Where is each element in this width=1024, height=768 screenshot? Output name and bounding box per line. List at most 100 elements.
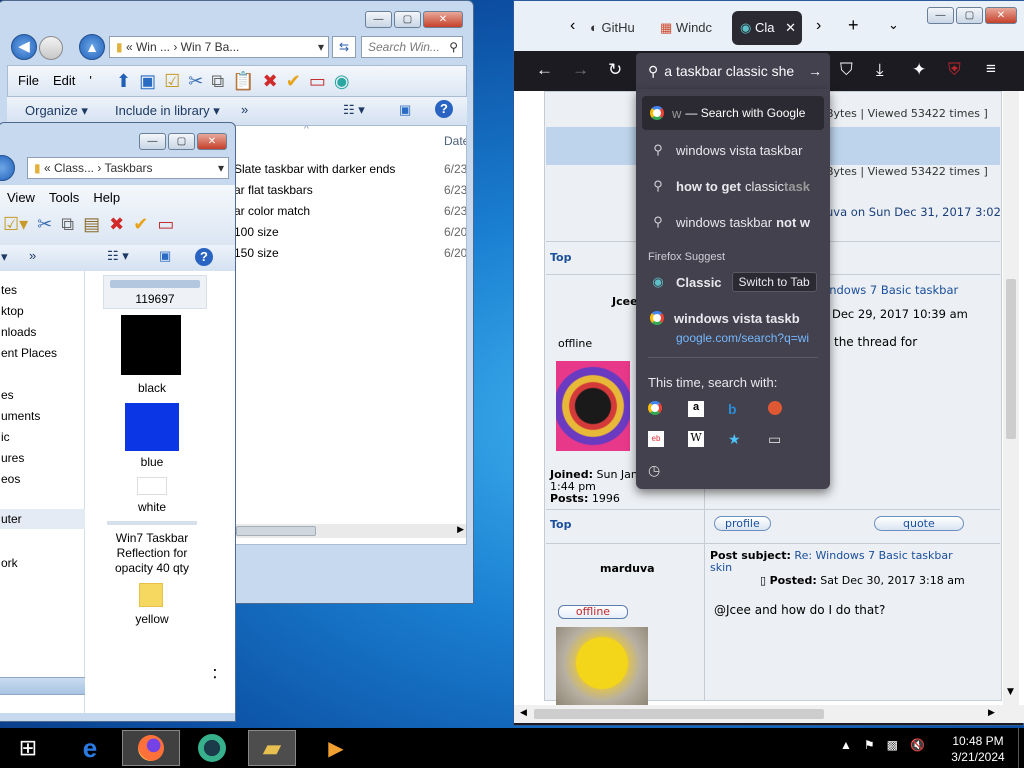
scroll-right-icon[interactable]: ▶ bbox=[988, 707, 995, 718]
delete-icon[interactable]: ✖ bbox=[109, 211, 124, 237]
top-link[interactable]: Top bbox=[550, 518, 571, 531]
menu-hamburger-icon[interactable]: ≡ bbox=[986, 59, 996, 79]
maximize-button[interactable]: ▢ bbox=[394, 11, 421, 28]
bing-engine-icon[interactable]: b bbox=[728, 401, 768, 417]
quote-button[interactable]: quote bbox=[874, 516, 964, 531]
internet-explorer-icon[interactable]: e bbox=[70, 730, 110, 766]
paste-icon[interactable]: ▤ bbox=[83, 211, 100, 237]
menu-more[interactable]: ' bbox=[89, 73, 91, 88]
refresh-button[interactable]: ⇆ bbox=[332, 36, 356, 58]
clock[interactable]: 10:48 PM 3/21/2024 bbox=[948, 733, 1008, 765]
chevron-down-icon[interactable]: ▾ bbox=[218, 158, 224, 178]
view-pane-icon[interactable]: ▣ bbox=[139, 69, 156, 93]
paste-icon[interactable]: 📋 bbox=[232, 69, 254, 93]
url-bar[interactable]: ⚲ a taskbar classic she → bbox=[636, 53, 830, 89]
back-button[interactable] bbox=[0, 155, 15, 181]
copy-icon[interactable]: ⧉ bbox=[61, 211, 74, 237]
thumbnail-item[interactable] bbox=[121, 315, 181, 375]
address-bar[interactable]: ▮ « Win ... › Win 7 Ba... ▾ bbox=[109, 36, 329, 58]
preview-pane-icon[interactable]: ▣ bbox=[159, 248, 171, 264]
dropdown-icon[interactable]: ▾ bbox=[1, 249, 8, 265]
history-clock-icon[interactable]: ◷ bbox=[648, 462, 688, 479]
thumbnail-item[interactable] bbox=[125, 403, 179, 451]
start-button[interactable]: ⊞ bbox=[8, 730, 48, 766]
list-item[interactable]: 100 size bbox=[234, 225, 279, 239]
horizontal-scrollbar[interactable]: ◀ ▶ bbox=[514, 705, 1024, 723]
menu-tools[interactable]: Tools bbox=[49, 190, 79, 205]
list-item[interactable]: ar flat taskbars bbox=[234, 183, 313, 197]
list-item[interactable]: ar color match bbox=[234, 204, 310, 218]
minimize-button[interactable]: — bbox=[139, 133, 166, 150]
resize-grip-icon[interactable]: ⁚ bbox=[213, 667, 217, 681]
browser-globe-taskbar-icon[interactable] bbox=[192, 730, 232, 766]
amazon-engine-icon[interactable]: a bbox=[688, 401, 704, 417]
list-item[interactable]: Slate taskbar with darker ends bbox=[234, 162, 395, 176]
search-suggestion[interactable]: ⚲ windows taskbar not w bbox=[636, 205, 830, 239]
nav-item[interactable]: es bbox=[1, 388, 14, 402]
rename-icon[interactable]: ▭ bbox=[157, 211, 174, 237]
bookmarks-star-icon[interactable]: ★ bbox=[728, 431, 768, 448]
chevron-down-icon[interactable]: ▾ bbox=[318, 37, 324, 57]
profile-button[interactable]: profile bbox=[714, 516, 771, 531]
reload-icon[interactable]: ↻ bbox=[608, 60, 622, 80]
view-options-icon[interactable]: ☷ ▾ bbox=[107, 248, 129, 264]
minimize-button[interactable]: — bbox=[365, 11, 392, 28]
search-suggestion[interactable]: ⚲ windows vista taskbar bbox=[636, 133, 830, 167]
include-in-library-button[interactable]: Include in library ▾ bbox=[115, 103, 220, 119]
menu-edit[interactable]: Edit bbox=[53, 73, 75, 88]
close-button[interactable]: ✕ bbox=[423, 11, 463, 28]
menu-file[interactable]: File bbox=[18, 73, 39, 88]
vertical-scrollbar[interactable]: ▼ bbox=[1003, 91, 1019, 705]
switch-to-tab-tooltip[interactable]: Switch to Tab bbox=[731, 272, 817, 292]
download-icon[interactable]: ⤓ bbox=[876, 60, 884, 80]
tab-scroll-right-icon[interactable]: › bbox=[816, 17, 821, 35]
open-tab-suggestion[interactable]: ◉ Classic Switch to Tab bbox=[636, 265, 830, 299]
maximize-button[interactable]: ▢ bbox=[956, 7, 983, 24]
check-icon[interactable]: ✔ bbox=[133, 211, 148, 237]
scrollbar-thumb[interactable] bbox=[236, 526, 316, 536]
back-button[interactable]: ◀ bbox=[11, 34, 37, 60]
properties-icon[interactable]: ☑▾ bbox=[3, 211, 28, 237]
help-icon[interactable]: ? bbox=[195, 248, 213, 266]
search-suggestion[interactable]: ⚲ how to get classic task bbox=[636, 169, 830, 203]
explorer-taskbar-icon[interactable]: ▰ bbox=[248, 730, 296, 766]
tab-windows[interactable]: ▦ Windc bbox=[660, 13, 730, 43]
maximize-button[interactable]: ▢ bbox=[168, 133, 195, 150]
thumbnail-item[interactable] bbox=[107, 521, 197, 525]
date-column-header[interactable]: Date bbox=[444, 134, 466, 148]
search-with-google-item[interactable]: w — Search with Google bbox=[642, 96, 824, 130]
menu-view[interactable]: View bbox=[7, 190, 35, 205]
scrollbar-thumb[interactable] bbox=[534, 709, 824, 719]
scroll-down-icon[interactable]: ▼ bbox=[1007, 687, 1014, 697]
horizontal-scrollbar[interactable]: ▶ bbox=[234, 524, 466, 538]
ebay-engine-icon[interactable]: eb bbox=[648, 431, 664, 447]
organize-button[interactable]: Organize ▾ bbox=[25, 103, 88, 119]
cut-icon[interactable]: ✂ bbox=[37, 211, 52, 237]
thumbnail-item[interactable]: 119697 bbox=[103, 275, 207, 309]
go-arrow-icon[interactable]: → bbox=[808, 53, 822, 89]
google-search-suggestion[interactable]: windows vista taskb bbox=[636, 301, 830, 335]
show-hidden-icons[interactable]: ▲ bbox=[840, 738, 852, 752]
cut-icon[interactable]: ✂ bbox=[188, 69, 203, 93]
media-player-taskbar-icon[interactable]: ▶ bbox=[316, 730, 356, 766]
ublock-icon[interactable]: ⛨ bbox=[948, 60, 961, 80]
nav-item[interactable]: ent Places bbox=[1, 346, 57, 360]
close-button[interactable]: ✕ bbox=[197, 133, 227, 150]
volume-muted-icon[interactable]: 🔇 bbox=[910, 738, 925, 752]
tab-github[interactable]: ◐ GitHu bbox=[590, 13, 658, 43]
tab-scroll-left-icon[interactable]: ‹ bbox=[570, 17, 575, 35]
forward-button[interactable] bbox=[39, 36, 63, 60]
preview-pane-icon[interactable]: ▣ bbox=[399, 102, 411, 118]
view-options-icon[interactable]: ☷ ▾ bbox=[343, 102, 365, 118]
copy-icon[interactable]: ⧉ bbox=[211, 69, 224, 93]
menu-help[interactable]: Help bbox=[93, 190, 120, 205]
more-button[interactable]: » bbox=[29, 248, 36, 263]
duckduckgo-engine-icon[interactable] bbox=[768, 401, 782, 415]
tabs-icon[interactable]: ▭ bbox=[768, 431, 808, 448]
list-item[interactable]: 150 size bbox=[234, 246, 279, 260]
globe-icon[interactable]: ◉ bbox=[334, 69, 350, 93]
extensions-icon[interactable]: ✦ bbox=[912, 60, 926, 80]
pocket-icon[interactable]: ⛉ bbox=[840, 60, 853, 80]
network-icon[interactable]: ▩ bbox=[887, 738, 898, 752]
up-button[interactable]: ▲ bbox=[79, 34, 105, 60]
